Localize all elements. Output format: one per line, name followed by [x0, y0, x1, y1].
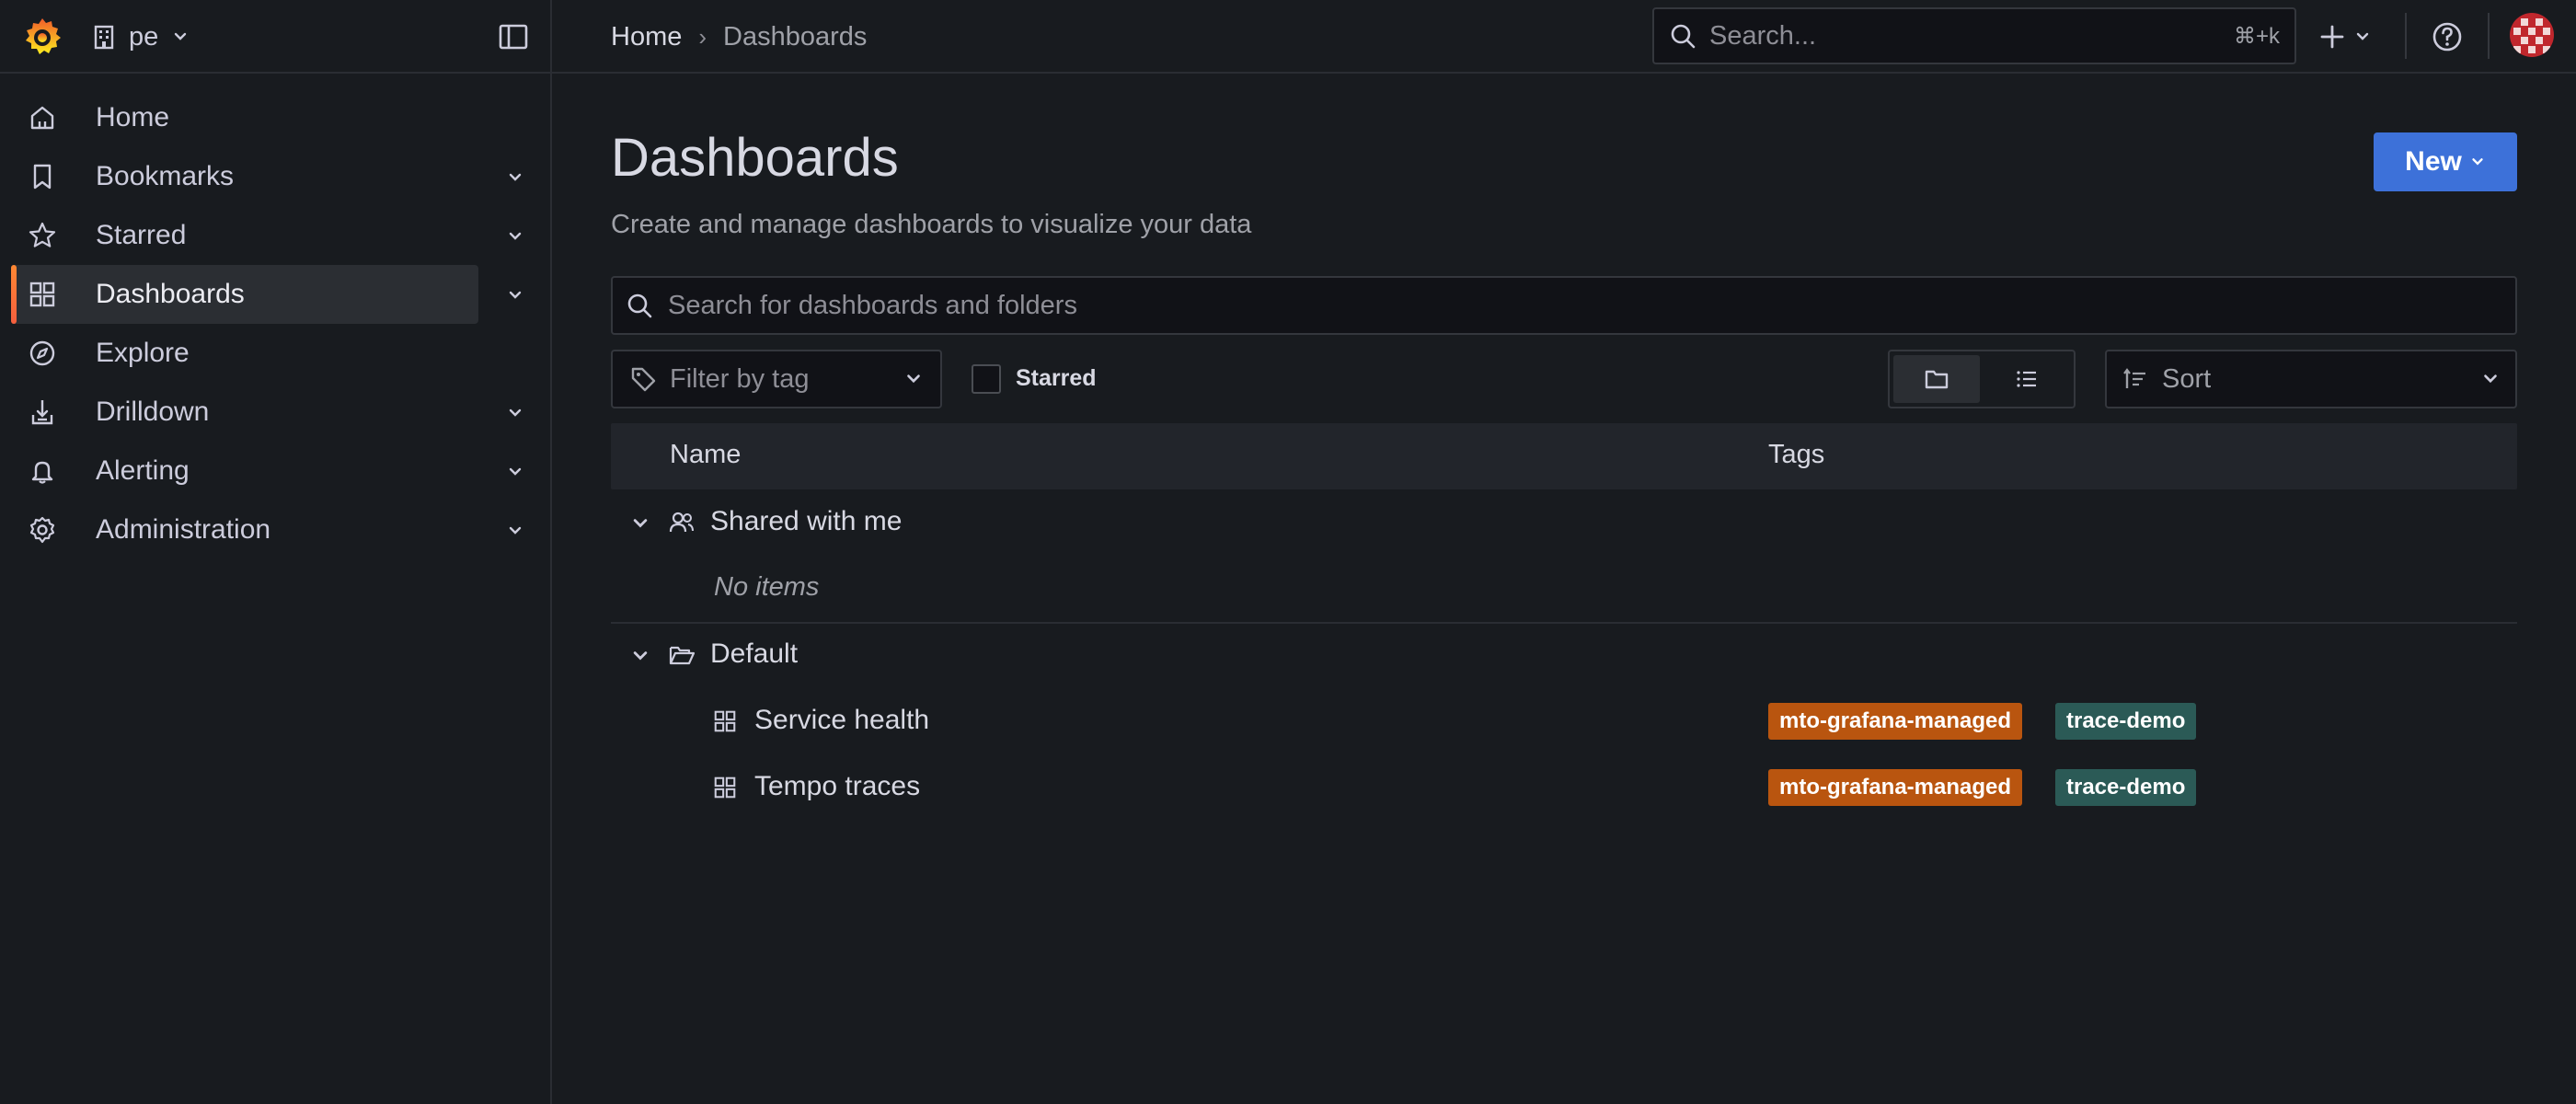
search-shortcut: ⌘+k	[2233, 23, 2280, 49]
users-icon	[669, 512, 694, 533]
folder-icon	[1925, 370, 1949, 389]
folder-name[interactable]: Default	[710, 638, 798, 670]
folder-name[interactable]: Shared with me	[710, 506, 902, 537]
help-icon[interactable]	[2429, 18, 2466, 55]
cog-icon	[29, 516, 55, 544]
chevron-down-icon[interactable]	[627, 642, 653, 668]
page-title: Dashboards	[611, 128, 899, 188]
chevron-down-icon	[175, 32, 187, 40]
chevron-down-icon	[2356, 32, 2369, 40]
breadcrumb-home[interactable]: Home	[611, 22, 682, 52]
toolbar-divider	[2405, 13, 2407, 59]
search-icon	[627, 293, 652, 318]
compass-icon	[29, 340, 55, 366]
sidebar-item-explore[interactable]: Explore	[11, 324, 478, 383]
table-header: Name Tags	[611, 423, 2517, 489]
grafana-logo-icon[interactable]	[20, 15, 64, 59]
search-icon	[1671, 24, 1696, 49]
breadcrumb-separator: ›	[698, 22, 707, 51]
apps-icon	[714, 776, 736, 799]
sidebar-divider	[550, 0, 552, 1104]
chevron-down-icon[interactable]	[504, 460, 526, 482]
sidebar-item-label: Starred	[96, 220, 187, 250]
chevron-down-icon[interactable]	[504, 166, 526, 188]
new-button[interactable]: New	[2374, 132, 2517, 191]
sort-select[interactable]: Sort	[2105, 350, 2517, 408]
org-switcher[interactable]: pe	[92, 18, 190, 55]
sidebar-item-bookmarks[interactable]: Bookmarks	[11, 147, 478, 206]
chevron-down-icon[interactable]	[504, 401, 526, 423]
sidebar-item-label: Dashboards	[96, 279, 245, 309]
chevron-down-icon[interactable]	[504, 519, 526, 541]
tag-filter-select[interactable]: Filter by tag	[611, 350, 942, 408]
sidebar-item-alerting[interactable]: Alerting	[11, 442, 478, 500]
new-button-label: New	[2405, 146, 2462, 177]
sidebar-item-starred[interactable]: Starred	[11, 206, 478, 265]
dashboard-search-input[interactable]: Search for dashboards and folders	[611, 276, 2517, 335]
chevron-down-icon[interactable]	[504, 283, 526, 305]
empty-state-text: No items	[714, 572, 820, 602]
sidebar-item-label: Explore	[96, 338, 190, 368]
bell-icon	[31, 461, 53, 484]
folder-open-icon	[669, 646, 696, 665]
drilldown-icon	[31, 400, 53, 425]
plus-icon	[2320, 25, 2344, 49]
sort-icon	[2123, 368, 2145, 388]
column-header-tags: Tags	[1768, 440, 1825, 469]
chevron-down-icon	[907, 374, 920, 384]
dashboard-name[interactable]: Service health	[754, 705, 929, 736]
apps-icon	[29, 282, 55, 307]
star-icon	[29, 222, 56, 247]
dashboard-name[interactable]: Tempo traces	[754, 771, 920, 802]
sidebar-item-label: Bookmarks	[96, 161, 235, 191]
chevron-down-icon	[2472, 158, 2483, 166]
tag-icon	[631, 367, 656, 392]
apps-icon	[714, 710, 736, 732]
sort-placeholder: Sort	[2162, 363, 2212, 394]
dashboard-search-placeholder: Search for dashboards and folders	[668, 290, 1077, 320]
dashboard-row[interactable]: Tempo traces mto-grafana-managed trace-d…	[611, 754, 2517, 821]
starred-checkbox-label[interactable]: Starred	[1016, 365, 1097, 392]
tag-badge[interactable]: mto-grafana-managed	[1768, 769, 2023, 806]
bookmark-icon	[33, 164, 52, 190]
list-icon	[2017, 371, 2036, 387]
top-search-placeholder: Search...	[1709, 20, 1817, 51]
user-avatar[interactable]	[2510, 13, 2554, 57]
dock-menu-icon[interactable]	[497, 20, 530, 53]
tag-filter-placeholder: Filter by tag	[670, 363, 810, 394]
chevron-down-icon	[2484, 374, 2497, 384]
home-icon	[30, 106, 54, 130]
column-header-name: Name	[670, 440, 742, 469]
tag-badge[interactable]: trace-demo	[2055, 769, 2197, 806]
folder-row-default[interactable]: Default	[611, 622, 2517, 688]
folder-view-button[interactable]	[1893, 355, 1980, 403]
building-icon	[94, 25, 114, 50]
top-search-input[interactable]: Search... ⌘+k	[1652, 7, 2296, 64]
breadcrumb: Home › Dashboards	[611, 17, 867, 57]
org-name: pe	[129, 21, 159, 52]
sidebar-item-drilldown[interactable]: Drilldown	[11, 383, 478, 442]
top-bar: pe Home › Dashboards Search... ⌘+k	[0, 0, 2576, 74]
breadcrumb-current: Dashboards	[723, 21, 868, 52]
folder-row-shared[interactable]: Shared with me	[611, 489, 2517, 556]
active-indicator	[11, 265, 17, 324]
page-subtitle: Create and manage dashboards to visualiz…	[611, 210, 1252, 239]
sidebar-item-home[interactable]: Home	[11, 88, 478, 147]
view-mode-toggle	[1888, 350, 2076, 408]
chevron-down-icon[interactable]	[504, 224, 526, 247]
starred-checkbox[interactable]	[972, 364, 1001, 394]
tag-badge[interactable]: mto-grafana-managed	[1768, 703, 2023, 740]
chevron-down-icon[interactable]	[627, 510, 653, 535]
sidebar-item-label: Home	[96, 102, 170, 132]
add-new-button[interactable]	[2318, 17, 2385, 57]
list-view-button[interactable]	[1984, 355, 2070, 403]
sidebar-item-dashboards[interactable]: Dashboards	[11, 265, 478, 324]
sidebar-item-label: Drilldown	[96, 397, 210, 427]
sidebar-item-label: Alerting	[96, 455, 190, 486]
sidebar-item-label: Administration	[96, 514, 271, 545]
sidebar-item-administration[interactable]: Administration	[11, 500, 478, 559]
dashboard-row[interactable]: Service health mto-grafana-managed trace…	[611, 688, 2517, 754]
toolbar-divider	[2488, 13, 2490, 59]
tag-badge[interactable]: trace-demo	[2055, 703, 2197, 740]
